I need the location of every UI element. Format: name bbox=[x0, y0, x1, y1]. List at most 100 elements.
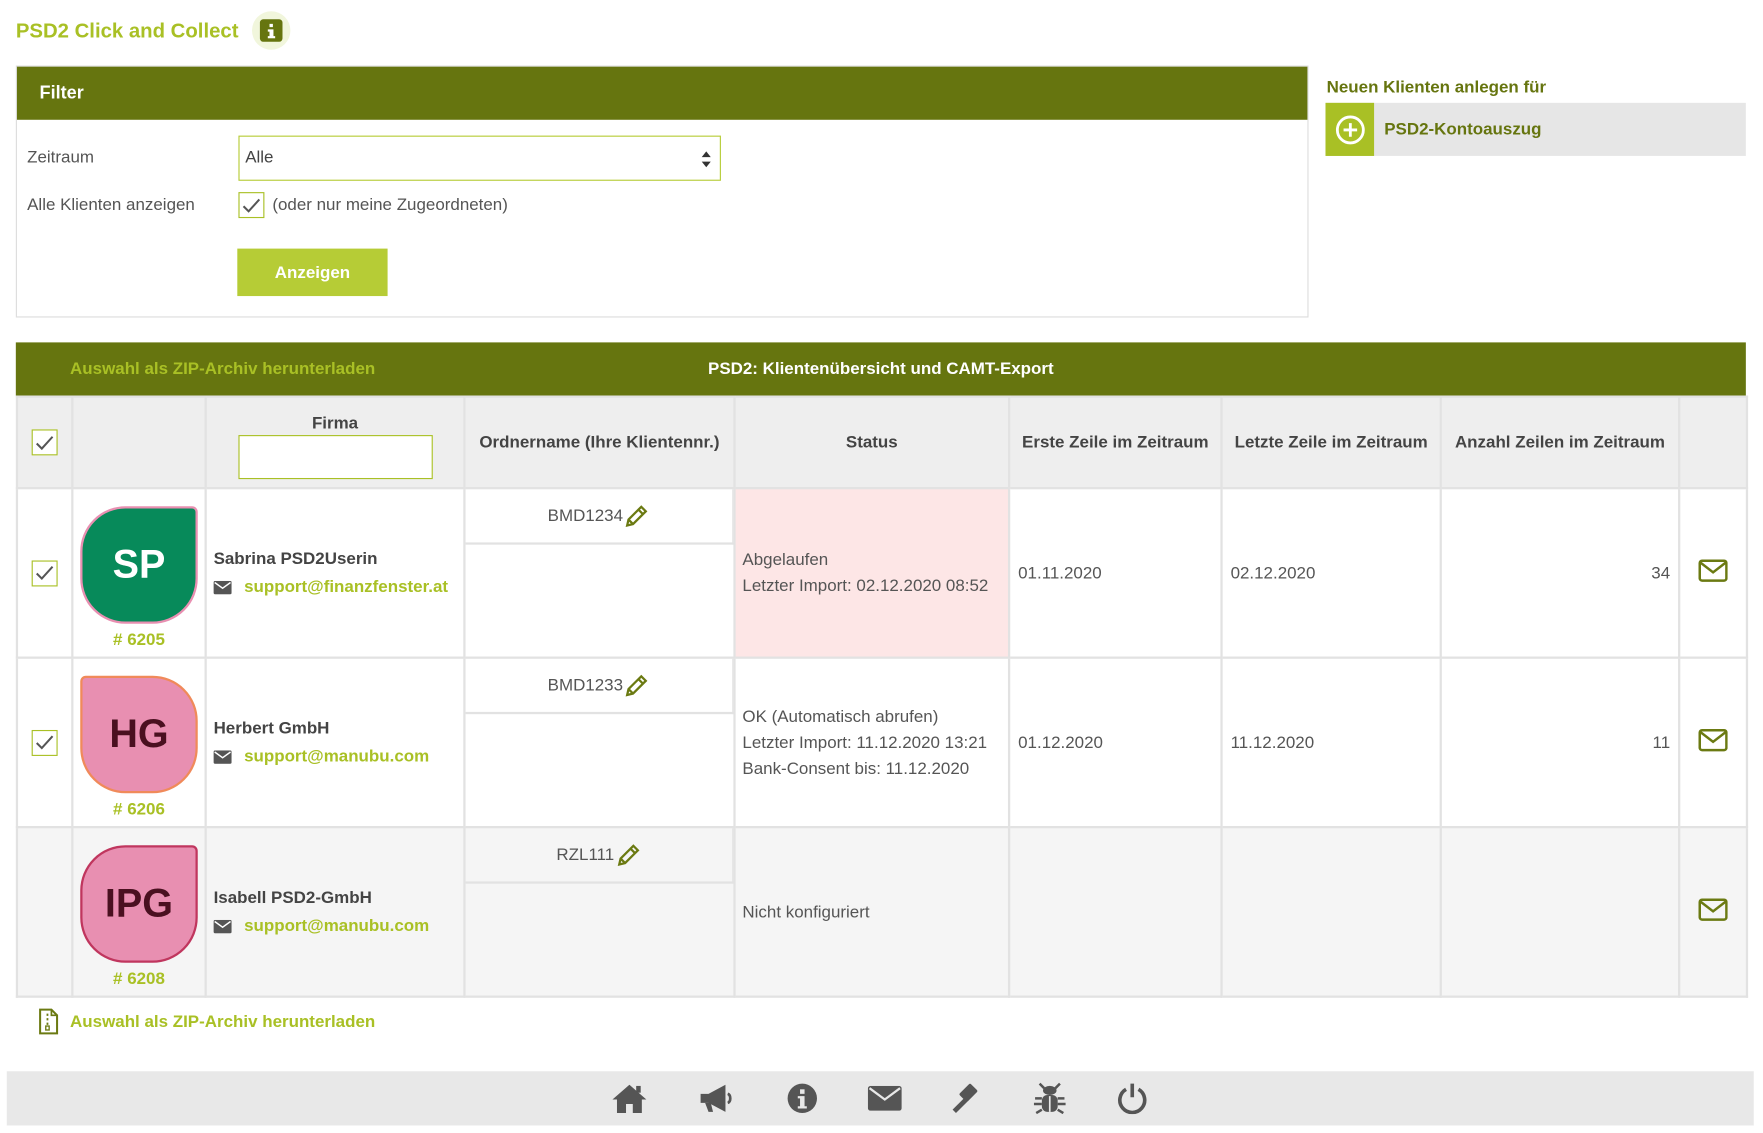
letzte-zeile-cell: 11.12.2020 bbox=[1220, 656, 1442, 829]
zeitraum-label: Zeitraum bbox=[27, 148, 95, 168]
client-email-link[interactable]: support@finanzfenster.at bbox=[244, 577, 448, 596]
status-line: Letzter Import: 11.12.2020 13:21 bbox=[742, 732, 988, 753]
bottom-nav bbox=[6, 1071, 1754, 1126]
alle-klienten-checkbox[interactable] bbox=[238, 192, 265, 219]
zip-file-icon bbox=[39, 1008, 59, 1035]
row-select-cell bbox=[15, 656, 74, 829]
avatar[interactable]: HG bbox=[80, 675, 198, 793]
alle-klienten-hint: (oder nur meine Zugeordneten) bbox=[272, 195, 508, 215]
zip-download-link-bottom[interactable]: Auswahl als ZIP-Archiv herunterladen bbox=[38, 1008, 375, 1035]
client-number: # 6208 bbox=[113, 968, 165, 989]
client-email-link[interactable]: support@manubu.com bbox=[244, 916, 429, 935]
letzte-zeile-cell: 02.12.2020 bbox=[1220, 487, 1442, 659]
ordner-name-text: RZL111 bbox=[556, 845, 615, 865]
new-client-psd2-button[interactable]: PSD2-Kontoauszug bbox=[1325, 102, 1746, 156]
erste-col-header[interactable]: Erste Zeile im Zeitraum bbox=[1007, 395, 1223, 490]
select-all-cell bbox=[15, 395, 74, 490]
pencil-icon[interactable] bbox=[623, 672, 650, 699]
status-col-header[interactable]: Status bbox=[733, 395, 1011, 490]
anzahl-zeilen-cell: 11 bbox=[1439, 656, 1681, 829]
avatar[interactable]: SP bbox=[80, 505, 198, 624]
zeitraum-select[interactable]: Alle bbox=[238, 135, 721, 181]
row-select-cell bbox=[15, 826, 74, 998]
plus-circle-icon bbox=[1325, 102, 1375, 156]
home-icon[interactable] bbox=[611, 1083, 647, 1115]
anzahl-col-header[interactable]: Anzahl Zeilen im Zeitraum bbox=[1439, 395, 1681, 490]
zip-download-label: Auswahl als ZIP-Archiv herunterladen bbox=[70, 1011, 376, 1032]
app-info-button[interactable] bbox=[252, 11, 291, 50]
ordner-cell: RZL111 bbox=[463, 826, 736, 998]
avatar-cell: IPG # 6208 bbox=[71, 826, 207, 998]
mail-action-cell bbox=[1678, 656, 1749, 829]
status-line: Abgelaufen bbox=[742, 550, 829, 570]
anzahl-zeilen-cell bbox=[1439, 826, 1681, 998]
firma-col-header: Firma bbox=[204, 395, 466, 490]
client-cell: Sabrina PSD2Userin support@finanzfenster… bbox=[204, 487, 466, 659]
avatar-cell: SP # 6205 bbox=[71, 487, 207, 659]
avatar-cell: HG # 6206 bbox=[71, 656, 207, 829]
table-row: IPG # 6208 Isabell PSD2-GmbH support@man… bbox=[15, 826, 1749, 998]
erste-zeile-cell bbox=[1007, 826, 1223, 998]
envelope-outline-icon[interactable] bbox=[1698, 559, 1728, 582]
ordner-cell: BMD1233 bbox=[463, 656, 736, 829]
erste-zeile-cell: 01.11.2020 bbox=[1007, 487, 1223, 659]
table-row: SP # 6205 Sabrina PSD2Userin support@fin… bbox=[15, 487, 1749, 659]
anzeigen-button[interactable]: Anzeigen bbox=[237, 248, 388, 297]
checkmark-icon bbox=[36, 566, 54, 581]
client-cell: Isabell PSD2-GmbH support@manubu.com bbox=[204, 826, 466, 998]
gavel-icon[interactable] bbox=[949, 1083, 985, 1115]
status-cell: OK (Automatisch abrufen) Letzter Import:… bbox=[733, 656, 1011, 829]
status-line: Letzter Import: 02.12.2020 08:52 bbox=[742, 576, 989, 596]
megaphone-icon[interactable] bbox=[698, 1083, 734, 1115]
envelope-icon bbox=[213, 919, 232, 933]
info-icon bbox=[259, 19, 283, 42]
status-line: Bank-Consent bis: 11.12.2020 bbox=[742, 758, 970, 779]
envelope-outline-icon[interactable] bbox=[1698, 728, 1728, 752]
status-line: Nicht konfiguriert bbox=[742, 902, 870, 922]
client-table: Firma Ordnername (Ihre Klientennr.) Stat… bbox=[15, 395, 1749, 998]
letzte-col-header[interactable]: Letzte Zeile im Zeitraum bbox=[1220, 395, 1442, 490]
checkmark-icon bbox=[36, 435, 54, 450]
pencil-icon[interactable] bbox=[614, 841, 641, 868]
ordner-name[interactable]: BMD1234 bbox=[465, 489, 734, 545]
ordner-name-text: BMD1233 bbox=[547, 675, 624, 695]
client-email-link[interactable]: support@manubu.com bbox=[244, 747, 429, 766]
table-head-row: Firma Ordnername (Ihre Klientennr.) Stat… bbox=[15, 395, 1749, 490]
table-header-bar: PSD2: Klientenübersicht und CAMT-Export … bbox=[15, 342, 1746, 396]
zip-download-link-top[interactable]: Auswahl als ZIP-Archiv herunterladen bbox=[70, 359, 375, 378]
letzte-zeile-cell bbox=[1220, 826, 1442, 998]
ordner-col-header[interactable]: Ordnername (Ihre Klientennr.) bbox=[463, 395, 736, 490]
row-select-checkbox[interactable] bbox=[31, 729, 58, 756]
row-select-checkbox[interactable] bbox=[31, 559, 58, 586]
client-name: Sabrina PSD2Userin bbox=[213, 549, 378, 569]
client-name: Isabell PSD2-GmbH bbox=[213, 888, 372, 908]
client-number: # 6205 bbox=[113, 629, 165, 650]
envelope-outline-icon[interactable] bbox=[1698, 898, 1728, 921]
table-row: HG # 6206 Herbert GmbH support@manubu.co… bbox=[15, 656, 1749, 829]
filter-panel: Filter Zeitraum Alle Alle Klienten anzei… bbox=[15, 65, 1309, 318]
alle-klienten-label: Alle Klienten anzeigen bbox=[27, 195, 195, 215]
client-name: Herbert GmbH bbox=[213, 718, 330, 738]
client-number: # 6206 bbox=[113, 799, 165, 819]
firma-filter-input[interactable] bbox=[237, 434, 433, 479]
ordner-cell: BMD1234 bbox=[463, 487, 736, 659]
select-all-checkbox[interactable] bbox=[31, 429, 58, 456]
ordner-name[interactable]: RZL111 bbox=[465, 828, 734, 884]
status-cell: Abgelaufen Letzter Import: 02.12.2020 08… bbox=[733, 487, 1011, 659]
envelope-icon bbox=[213, 580, 232, 594]
app-title-text: PSD2 Click and Collect bbox=[15, 18, 239, 42]
checkmark-icon bbox=[36, 735, 54, 750]
bug-icon[interactable] bbox=[1032, 1082, 1068, 1115]
power-icon[interactable] bbox=[1114, 1083, 1150, 1115]
avatar[interactable]: IPG bbox=[80, 844, 198, 963]
envelope-icon[interactable] bbox=[867, 1083, 903, 1115]
select-arrows-icon bbox=[701, 151, 711, 168]
pencil-icon[interactable] bbox=[623, 502, 650, 529]
mail-action-cell bbox=[1678, 826, 1749, 998]
envelope-icon bbox=[213, 749, 232, 764]
ordner-name[interactable]: BMD1233 bbox=[465, 658, 734, 715]
app-title: PSD2 Click and Collect bbox=[15, 11, 291, 50]
info-icon[interactable] bbox=[784, 1083, 820, 1115]
ordner-name-text: BMD1234 bbox=[547, 506, 624, 526]
mail-action-cell bbox=[1678, 487, 1749, 659]
